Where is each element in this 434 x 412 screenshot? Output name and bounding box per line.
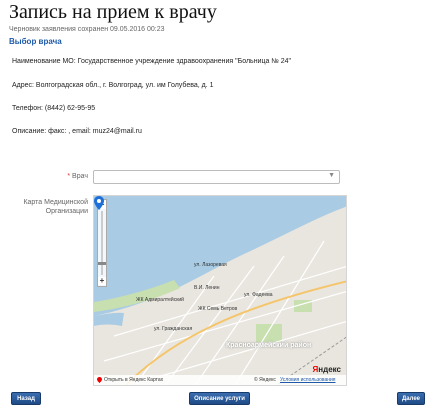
map-label: Карта Медицинской Организации: [10, 198, 88, 216]
required-mark: *: [67, 173, 71, 180]
map-label-district: Красноармейский район: [226, 342, 312, 349]
organization-map[interactable]: − + В.И. Ленин ЖК Адмиралтейский ЖК Семь…: [93, 195, 347, 386]
yandex-logo-rest: ндекс: [318, 365, 341, 374]
zoom-in-button[interactable]: +: [98, 277, 106, 285]
map-label-sem-vetrov: ЖК Семь Ветров: [198, 306, 238, 312]
next-button[interactable]: Далее: [397, 392, 425, 405]
org-name: Наименование МО: Государственное учрежде…: [12, 58, 292, 65]
draft-note: Черновик заявления сохранен 09.05.2016 0…: [9, 26, 165, 33]
zoom-handle[interactable]: [98, 262, 106, 265]
map-label-vilenin: В.И. Ленин: [194, 285, 220, 291]
open-in-yandex-maps-link[interactable]: Открыть в Яндекс Картах: [104, 377, 163, 383]
map-copyright: © Яндекс: [254, 377, 276, 383]
page-title: Запись на прием к врачу: [9, 1, 217, 23]
chevron-down-icon: ▼: [328, 172, 335, 179]
org-address: Адрес: Волгоградская обл., г. Волгоград,…: [12, 82, 214, 89]
doctor-select[interactable]: ▼: [93, 170, 340, 184]
zoom-track[interactable]: [101, 211, 103, 275]
section-title: Выбор врача: [9, 37, 62, 46]
yandex-logo: Яндекс: [313, 365, 341, 374]
yandex-maps-icon: [97, 377, 102, 383]
org-phone: Телефон: (8442) 62-95-95: [12, 105, 96, 112]
map-label-line1: Карта Медицинской: [23, 199, 88, 206]
map-park: [256, 324, 282, 342]
map-label-line2: Организации: [45, 208, 88, 215]
map-label-street-2: ул. Лазоревая: [194, 262, 227, 268]
doctor-label-text: Врач: [72, 173, 88, 180]
doctor-label: * Врач: [40, 173, 88, 180]
map-canvas: [94, 196, 346, 385]
map-label-street-3: ул. Гражданская: [154, 326, 193, 332]
map-terms-link[interactable]: Условия использования: [280, 377, 336, 383]
zoom-control[interactable]: − +: [97, 199, 107, 287]
map-label-street-1: ул. Фадеева: [244, 292, 273, 298]
back-button[interactable]: Назад: [11, 392, 41, 405]
map-pin-icon[interactable]: [94, 196, 104, 210]
map-footer: Открыть в Яндекс Картах © Яндекс Условия…: [94, 375, 346, 385]
service-description-button[interactable]: Описание услуги: [189, 392, 250, 405]
map-label-admiralteysky: ЖК Адмиралтейский: [136, 297, 184, 303]
org-description: Описание: факс: , email: muz24@mail.ru: [12, 128, 142, 135]
